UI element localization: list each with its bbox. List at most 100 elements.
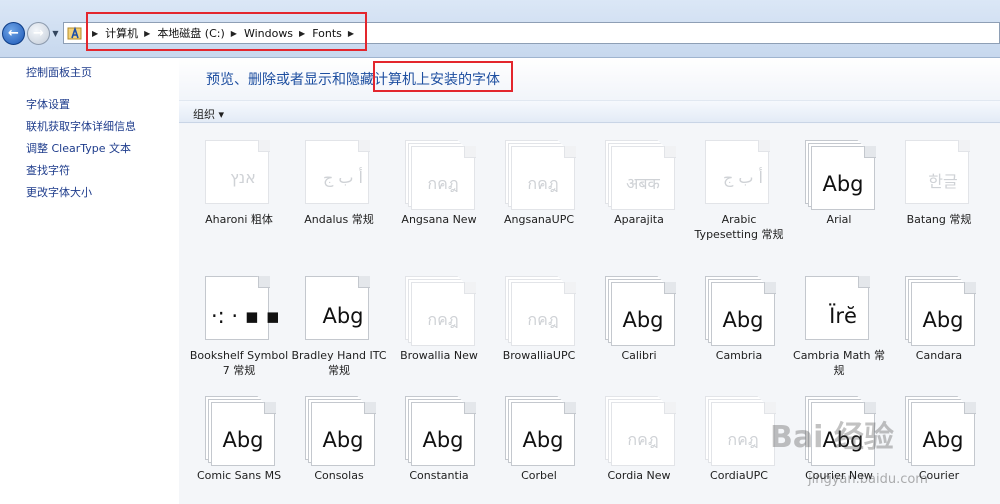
font-sample-glyphs: Ïrĕ [829, 304, 857, 328]
font-name-label: Bookshelf Symbol 7 常规 [189, 349, 289, 377]
font-sample-glyphs: Abg [722, 308, 764, 332]
font-file-icon: Ïrĕ [805, 276, 875, 346]
font-name-label: Arabic Typesetting 常规 [694, 213, 784, 241]
font-tile[interactable]: กคฎ Angsana New [389, 130, 489, 260]
font-file-icon: Abg [905, 276, 976, 346]
font-file-icon: Abg [805, 140, 876, 210]
font-file-icon: Abg [505, 396, 576, 466]
font-file-icon: กคฎ [405, 140, 476, 210]
font-sample-glyphs: Abg [622, 308, 664, 332]
font-sample-glyphs: Abg [322, 304, 364, 328]
font-file-icon: กคฎ [505, 140, 576, 210]
font-file-icon: Abg [405, 396, 476, 466]
breadcrumb-chevron-icon[interactable]: ▶ [299, 29, 305, 38]
font-file-icon: Abg [605, 276, 676, 346]
forward-arrow-icon[interactable]: → [27, 22, 50, 45]
breadcrumb-chevron-icon[interactable]: ▶ [144, 29, 150, 38]
font-tile[interactable]: Abg Constantia [389, 386, 489, 504]
font-name-label: Candara [915, 349, 963, 362]
breadcrumb-chevron-icon[interactable]: ▶ [348, 29, 354, 38]
font-file-icon: أ ب ج [305, 140, 375, 210]
font-tile[interactable]: Abg Calibri [589, 266, 689, 396]
font-file-icon: Abg [305, 396, 376, 466]
font-tile[interactable]: अबक Aparajita [589, 130, 689, 260]
font-sample-glyphs: Abg [322, 428, 364, 452]
font-tile[interactable]: กคฎ Cordia New [589, 386, 689, 504]
font-name-label: Cambria [715, 349, 763, 362]
font-file-icon: 한글 [905, 140, 975, 210]
font-file-icon: Abg [705, 276, 776, 346]
font-file-icon: ·: · ▪ ▪ [205, 276, 280, 346]
font-tile[interactable]: 한글 Batang 常规 [889, 130, 989, 260]
font-tile[interactable]: Abg Corbel [489, 386, 589, 504]
title-highlight-box [373, 61, 513, 92]
control-panel-home-link[interactable]: 控制面板主页 [26, 64, 92, 80]
organize-menu-button[interactable]: 组织 ▾ [193, 106, 224, 122]
font-name-label: AngsanaUPC [503, 213, 575, 226]
font-name-label: Andalus 常规 [304, 213, 374, 226]
font-tile[interactable]: ·: · ▪ ▪ Bookshelf Symbol 7 常规 [189, 266, 289, 396]
font-tile[interactable]: Abg Bradley Hand ITC 常规 [289, 266, 389, 396]
font-name-label: BrowalliaUPC [502, 349, 576, 362]
font-sample-glyphs: אנץ [230, 168, 256, 187]
font-file-icon: אנץ [205, 140, 275, 210]
font-sample-glyphs: กคฎ [427, 310, 459, 329]
font-sample-glyphs: أ ب ج [322, 168, 363, 187]
font-tile[interactable]: Abg Comic Sans MS [189, 386, 289, 504]
font-name-label: Aharoni 粗体 [205, 213, 273, 226]
font-tile[interactable]: Abg Candara [889, 266, 989, 396]
font-sample-glyphs: Abg [222, 428, 264, 452]
font-sample-glyphs: ·: · ▪ ▪ [211, 304, 280, 328]
breadcrumb-local-disk[interactable]: 本地磁盘 (C:) [157, 25, 224, 41]
font-name-label: Constantia [409, 469, 469, 482]
font-file-icon: أ ب ج [705, 140, 775, 210]
watermark-text: Bai 经验 [770, 420, 894, 455]
font-file-icon: กคฎ [405, 276, 476, 346]
font-sample-glyphs: Abg [522, 428, 564, 452]
font-name-label: Consolas [314, 469, 364, 482]
font-tile[interactable]: Abg Cambria [689, 266, 789, 396]
font-tile[interactable]: กคฎ Browallia New [389, 266, 489, 396]
font-tile[interactable]: กคฎ AngsanaUPC [489, 130, 589, 260]
font-tile[interactable]: Abg Arial [789, 130, 889, 260]
font-name-label: Browallia New [400, 349, 478, 362]
font-sample-glyphs: กคฎ [427, 174, 459, 193]
address-toolbar: ← → ▼ ▶ 计算机 ▶ 本地磁盘 (C:) ▶ Windows ▶ Font… [0, 0, 1000, 58]
font-tile[interactable]: أ ب ج Andalus 常规 [289, 130, 389, 260]
change-font-size-link[interactable]: 更改字体大小 [26, 184, 92, 200]
font-file-icon: กคฎ [605, 396, 676, 466]
font-file-icon: अबक [605, 140, 676, 210]
font-name-label: Angsana New [401, 213, 477, 226]
page-title-prefix: 预览、删除或者显示和隐藏 [206, 72, 374, 88]
font-sample-glyphs: أ ب ج [722, 168, 763, 187]
font-sample-glyphs: กคฎ [627, 430, 659, 449]
breadcrumb-fonts[interactable]: Fonts [312, 27, 342, 40]
font-name-label: Bradley Hand ITC 常规 [291, 349, 387, 377]
font-tile[interactable]: אנץ Aharoni 粗体 [189, 130, 289, 260]
breadcrumb-computer[interactable]: 计算机 [105, 25, 138, 41]
font-name-label: Batang 常规 [906, 213, 972, 226]
watermark-url: jingyan.baidu.com [808, 472, 928, 487]
get-font-info-online-link[interactable]: 联机获取字体详细信息 [26, 118, 136, 134]
back-arrow-icon[interactable]: ← [2, 22, 25, 45]
font-tile[interactable]: Ïrĕ Cambria Math 常规 [789, 266, 889, 396]
recent-pages-chevron-icon[interactable]: ▼ [51, 29, 60, 38]
font-sample-glyphs: अबक [626, 174, 660, 193]
font-name-label: Calibri [621, 349, 657, 362]
font-name-label: Aparajita [614, 213, 664, 226]
address-bar[interactable]: ▶ 计算机 ▶ 本地磁盘 (C:) ▶ Windows ▶ Fonts ▶ [63, 22, 1000, 44]
font-sample-glyphs: Abg [922, 308, 964, 332]
adjust-cleartype-link[interactable]: 调整 ClearType 文本 [26, 140, 131, 156]
watermark: Bai 经验 jingyan.baidu.com [760, 412, 1000, 504]
font-settings-link[interactable]: 字体设置 [26, 96, 70, 112]
find-character-link[interactable]: 查找字符 [26, 162, 70, 178]
font-tile[interactable]: Abg Consolas [289, 386, 389, 504]
font-sample-glyphs: Abg [822, 172, 864, 196]
breadcrumb-chevron-icon[interactable]: ▶ [231, 29, 237, 38]
breadcrumb-windows[interactable]: Windows [244, 27, 293, 40]
fonts-folder-icon [67, 26, 82, 40]
font-tile[interactable]: أ ب ج Arabic Typesetting 常规 [689, 130, 789, 260]
font-tile[interactable]: กคฎ BrowalliaUPC [489, 266, 589, 396]
breadcrumb-chevron-icon[interactable]: ▶ [92, 29, 98, 38]
font-sample-glyphs: 한글 [928, 172, 958, 191]
